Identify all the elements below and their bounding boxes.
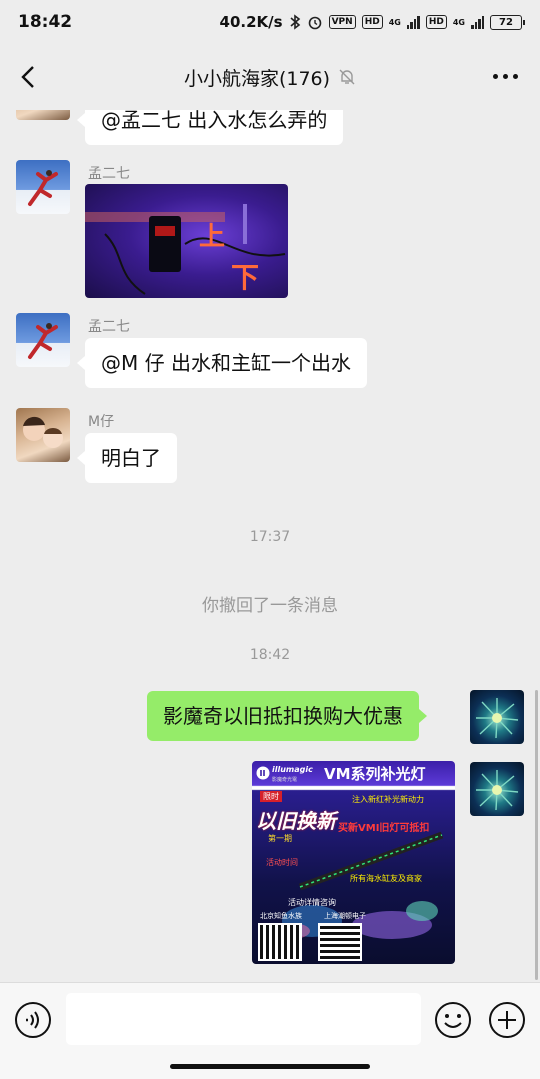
chevron-left-icon[interactable]: [18, 64, 40, 90]
status-icons: 40.2K/s VPN HD 4G HD 4G 72: [219, 13, 525, 31]
sender-name: 孟二七: [88, 319, 130, 335]
poster-brand: illumagic: [272, 765, 313, 774]
message-text: 影魔奇以旧抵扣换购大优惠: [163, 704, 403, 728]
message-text: @孟二七 出入水怎么弄的: [101, 110, 328, 132]
message-bubble[interactable]: 明白了: [77, 433, 177, 483]
hd-badge-2: HD: [425, 15, 447, 29]
signal-icon-1: [406, 15, 420, 29]
person-jumping-icon: [28, 170, 58, 206]
vpn-badge: VPN: [328, 15, 356, 29]
alarm-icon: [308, 16, 321, 30]
message-bubble[interactable]: @M 仔 出水和主缸一个出水: [77, 338, 367, 388]
network-type-2: 4G: [452, 17, 465, 27]
scrollbar[interactable]: [535, 690, 538, 980]
emoji-icon[interactable]: [434, 1001, 472, 1039]
timestamp: 17:37: [249, 529, 291, 545]
page-title: 小小航海家(176): [184, 64, 356, 91]
network-type-1: 4G: [388, 17, 401, 27]
signal-icon-2: [471, 15, 484, 29]
message-bubble[interactable]: @孟二七 出入水怎么弄的: [76, 110, 344, 145]
poster-dealer-2: 上海潮顿电子: [324, 912, 366, 920]
avatar-self[interactable]: [470, 762, 524, 816]
message-text: 明白了: [101, 446, 161, 470]
message-image-poster[interactable]: illumagic 影魔奇光電 VM系列补光灯 限时 注入新红补光新动力 以旧换…: [252, 761, 455, 964]
poster-promo-big: 以旧换新: [256, 809, 336, 833]
plus-icon[interactable]: [488, 1001, 526, 1039]
sender-name: 孟二七: [88, 166, 130, 182]
more-dots-icon[interactable]: [493, 74, 518, 79]
group-name: 小小航海家(176): [183, 67, 331, 90]
bell-off-icon: [339, 69, 355, 85]
status-bar: 18:42 40.2K/s VPN HD 4G HD 4G 72: [0, 0, 540, 44]
chat-header: 小小航海家(176): [0, 44, 540, 110]
message-image[interactable]: 上 下: [85, 184, 288, 298]
qr-code-1: [258, 923, 302, 961]
message-bubble-self[interactable]: 影魔奇以旧抵扣换购大优惠: [147, 691, 427, 741]
battery-icon: 72: [490, 14, 525, 30]
net-speed: 40.2K/s: [219, 13, 283, 31]
image-annotation-up: 上: [199, 222, 226, 252]
avatar[interactable]: [16, 313, 70, 367]
battery-level: 72: [499, 16, 513, 28]
brand-logo-icon: [256, 766, 270, 780]
voice-icon[interactable]: [14, 1001, 52, 1039]
avatar[interactable]: [16, 408, 70, 462]
person-jumping-icon: [28, 323, 58, 359]
message-text: @M 仔 出水和主缸一个出水: [101, 351, 351, 375]
image-annotation-down: 下: [231, 261, 260, 294]
poster-promo-top: 注入新红补光新动力: [352, 795, 424, 804]
home-indicator[interactable]: [170, 1064, 370, 1069]
poster-headline: VM系列补光灯: [324, 765, 426, 783]
poster-dealer-1: 北京知鱼水族: [260, 912, 302, 920]
qr-code-2: [318, 923, 362, 961]
poster-promo-tag: 限时: [260, 791, 282, 802]
avatar[interactable]: [16, 110, 70, 120]
family-photo-icon: [23, 416, 63, 448]
avatar[interactable]: [16, 160, 70, 214]
chat-history[interactable]: @孟二七 出入水怎么弄的 孟二七 上 下 孟二七 @M 仔 出水和主缸一个出水: [0, 110, 540, 982]
bluetooth-icon: [290, 14, 300, 30]
timestamp: 18:42: [249, 647, 291, 663]
coral-icon: [476, 770, 519, 811]
poster-contact: 活动详情咨询: [288, 898, 336, 907]
avatar-self[interactable]: [470, 690, 524, 744]
poster-brand-sub: 影魔奇光電: [272, 777, 298, 783]
poster-detail-1: 活动时间: [266, 858, 298, 867]
status-time: 18:42: [18, 12, 73, 32]
recall-notice: 你撤回了一条消息: [202, 596, 338, 616]
hd-badge-1: HD: [361, 15, 383, 29]
message-input[interactable]: [66, 993, 421, 1045]
sender-name: M仔: [88, 414, 115, 430]
coral-icon: [476, 698, 519, 739]
